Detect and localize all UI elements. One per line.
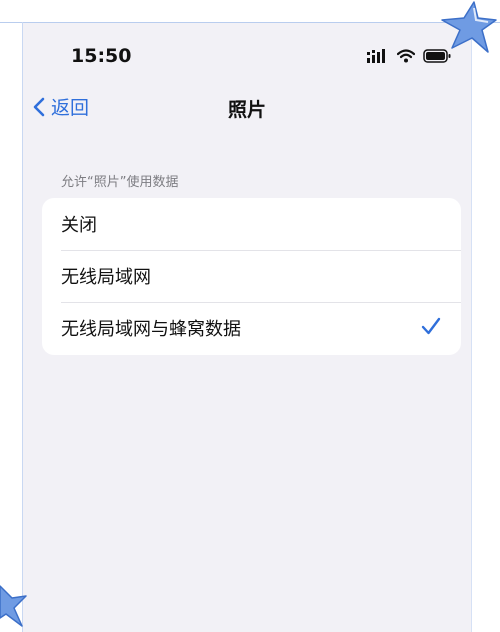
option-wlan[interactable]: 无线局域网 bbox=[42, 250, 461, 302]
option-label: 关闭 bbox=[61, 215, 97, 236]
star-decoration-icon bbox=[0, 585, 27, 627]
page-title: 照片 bbox=[227, 99, 266, 121]
option-off[interactable]: 关闭 bbox=[42, 198, 461, 250]
wifi-icon bbox=[397, 49, 415, 63]
status-time: 15:50 bbox=[71, 45, 132, 67]
option-label: 无线局域网 bbox=[61, 267, 151, 288]
option-label: 无线局域网与蜂窝数据 bbox=[61, 319, 241, 340]
option-wlan-cellular[interactable]: 无线局域网与蜂窝数据 bbox=[42, 302, 461, 354]
options-group: 关闭 无线局域网 无线局域网与蜂窝数据 bbox=[42, 198, 461, 355]
phone-screen: 15:50 返回 照片 允许“照片”使用数据 关闭 无线局域网 无线局域网与蜂窝… bbox=[23, 23, 471, 632]
frame-right-line bbox=[471, 22, 472, 632]
star-decoration-icon bbox=[441, 1, 497, 53]
checkmark-icon bbox=[421, 317, 441, 335]
section-header: 允许“照片”使用数据 bbox=[61, 175, 179, 190]
cellular-signal-icon bbox=[367, 49, 385, 63]
